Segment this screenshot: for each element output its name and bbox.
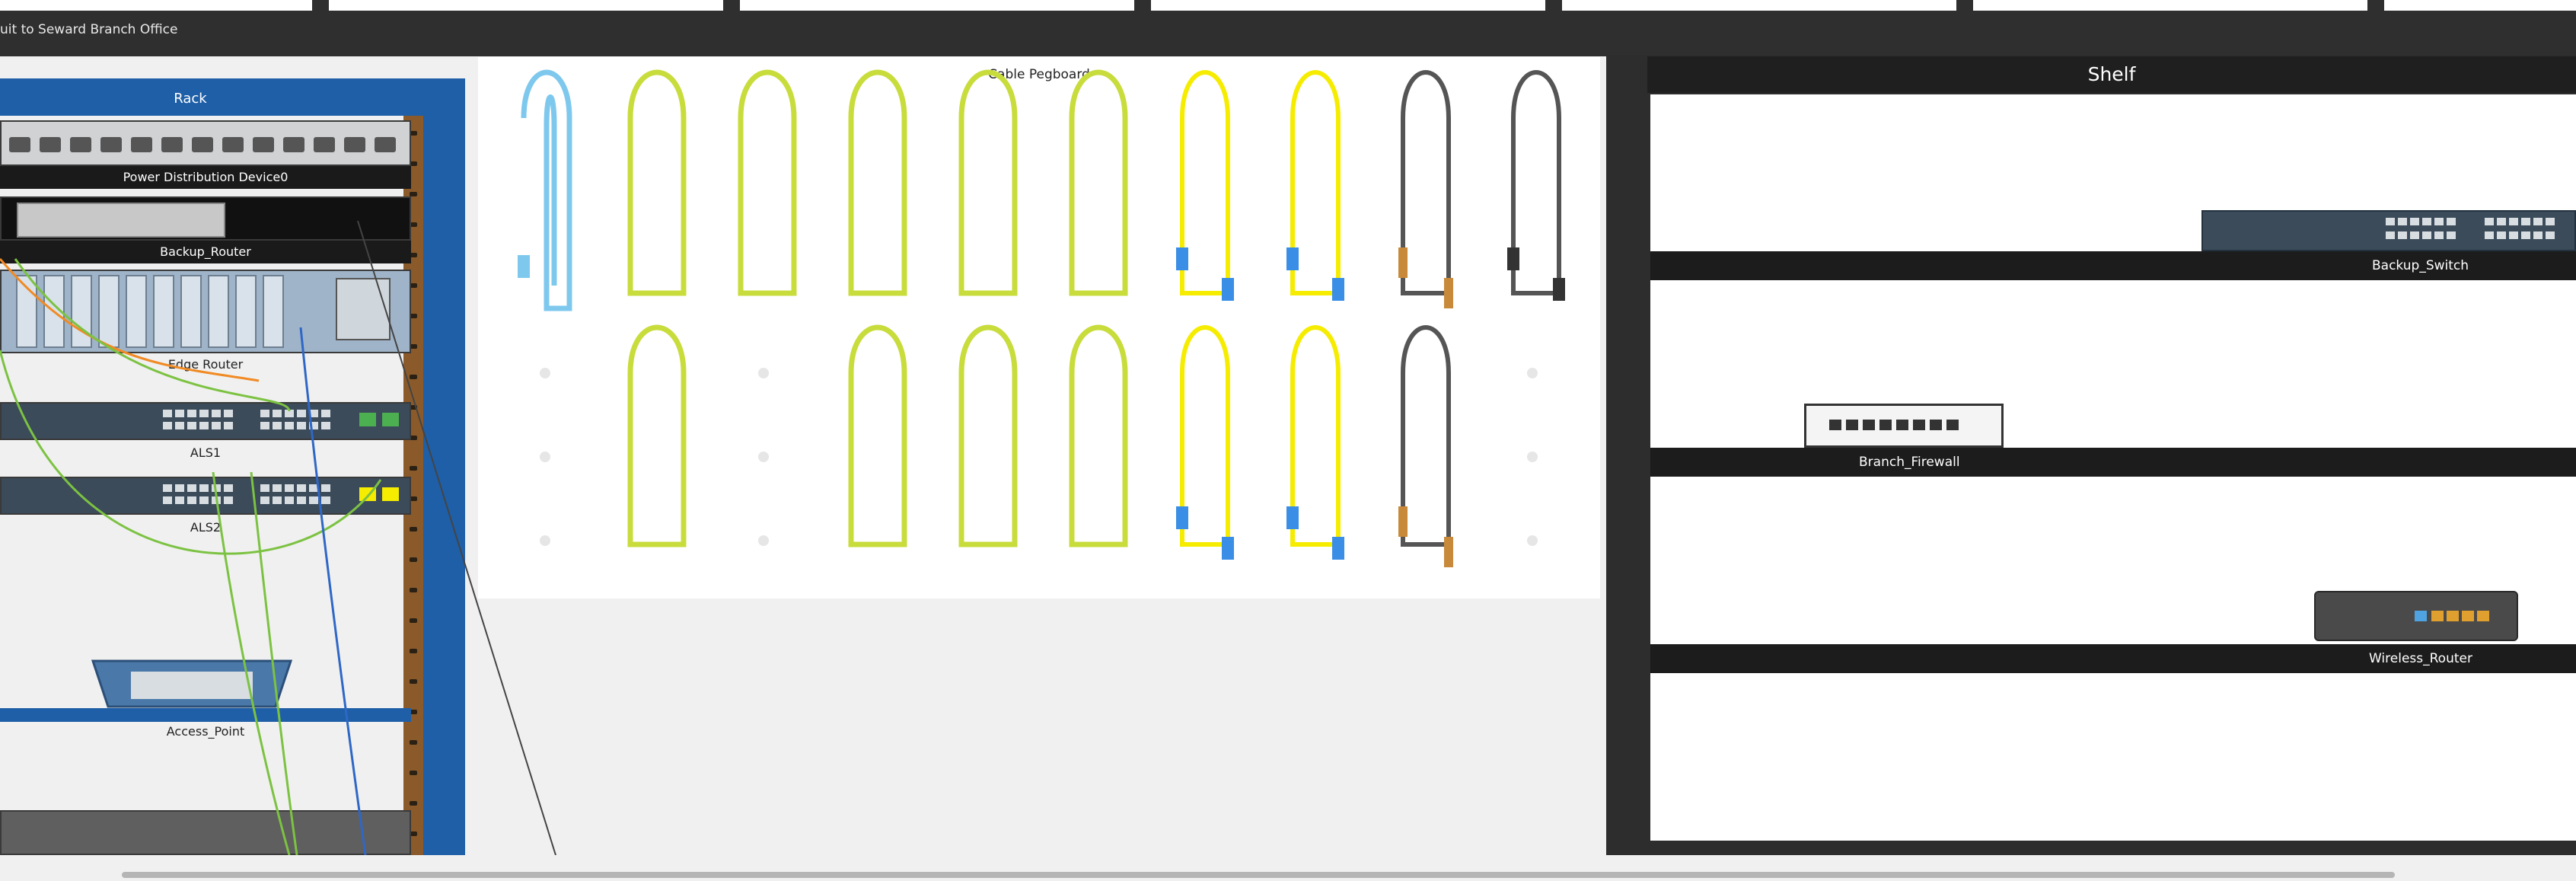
backup-switch-label: Backup_Switch (2372, 258, 2469, 273)
fiber-cable[interactable] (1176, 70, 1234, 301)
shelf-compartment (1650, 280, 2576, 448)
backup-switch-device[interactable] (2201, 210, 2576, 251)
shelf-plank: Wireless_Router (1650, 644, 2576, 673)
straight-through-cable[interactable] (848, 69, 907, 296)
top-strip-tab (312, 0, 329, 11)
straight-through-cable[interactable] (958, 324, 1018, 547)
top-strip-tab (2367, 0, 2384, 11)
console-cable[interactable] (518, 69, 572, 311)
top-strip-tab (723, 0, 740, 11)
branch-firewall-ports (1829, 420, 1959, 430)
empty-peg (540, 368, 1538, 546)
fiber-cable[interactable] (1286, 325, 1344, 560)
pdu-label: Power Distribution Device0 (0, 166, 411, 189)
navigation-bar (0, 11, 2576, 56)
shelf-plank: Backup_Switch (1650, 251, 2576, 280)
return-to-branch-link[interactable]: uit to Seward Branch Office (0, 18, 177, 41)
straight-through-cable[interactable] (627, 324, 687, 547)
shelf-title: Shelf (1647, 56, 2576, 93)
straight-through-cable[interactable] (958, 69, 1018, 296)
straight-through-cable[interactable] (1069, 324, 1128, 547)
shelf-plank: Branch_Firewall (1650, 448, 2576, 477)
backup-switch-ports (2386, 218, 2555, 239)
fiber-cable[interactable] (1176, 325, 1234, 560)
straight-through-cable[interactable] (627, 69, 687, 296)
pdu-outlets (9, 137, 396, 152)
coaxial-cable[interactable] (1398, 325, 1453, 567)
top-strip-tab (1956, 0, 1973, 11)
shelf-compartment (1650, 673, 2576, 841)
wireless-router-label: Wireless_Router (2369, 651, 2472, 666)
branch-firewall-device[interactable] (1804, 404, 2004, 448)
rack-title: Rack (174, 91, 207, 107)
fiber-cable[interactable] (1286, 70, 1344, 301)
top-strip (0, 0, 2576, 11)
usb-cable[interactable] (1507, 70, 1565, 301)
straight-through-cable[interactable] (738, 69, 797, 296)
power-distribution-device[interactable] (0, 120, 411, 166)
horizontal-scrollbar-thumb[interactable] (122, 872, 2395, 878)
straight-through-cable[interactable] (1069, 69, 1128, 296)
branch-firewall-label: Branch_Firewall (1859, 455, 1960, 470)
top-strip-tab (1545, 0, 1562, 11)
pegboard-cables (518, 69, 1565, 567)
wireless-router-ports (2415, 611, 2489, 621)
straight-through-cable[interactable] (848, 324, 907, 547)
wireless-router-device[interactable] (2314, 591, 2518, 641)
coaxial-cable[interactable] (1398, 70, 1453, 308)
top-strip-tab (1134, 0, 1151, 11)
